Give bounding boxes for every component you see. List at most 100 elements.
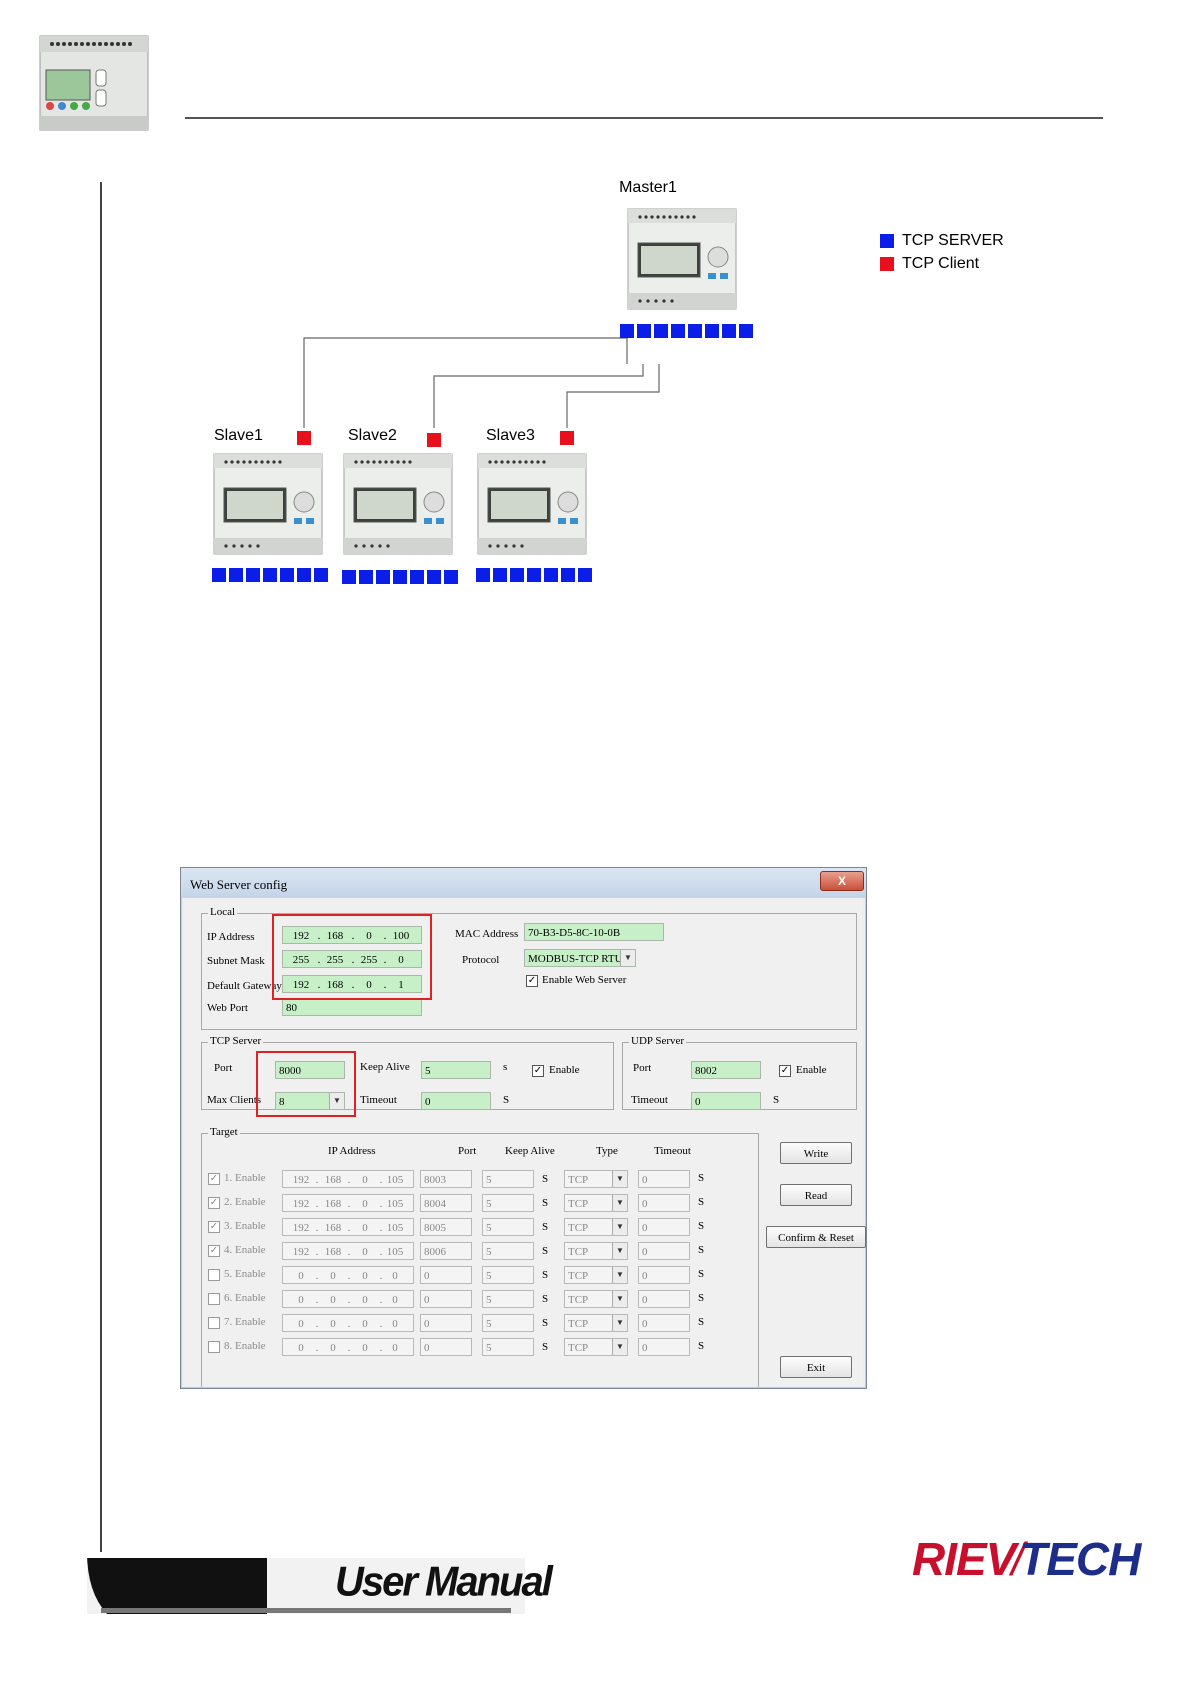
page-margin-line [100, 182, 102, 1582]
ip-octet: 192 [292, 1222, 310, 1234]
target-enable-checkbox[interactable]: ✓ [208, 1245, 220, 1257]
protocol-select[interactable]: MODBUS-TCP RTU ▼ [524, 949, 636, 967]
target-type-select[interactable]: TCP ▼ [564, 1314, 628, 1332]
ip-octet: 0 [330, 1294, 336, 1306]
ip-octet: 0 [298, 1270, 304, 1282]
target-keepalive-field[interactable]: 5 [482, 1290, 534, 1308]
mac-address-field[interactable]: 70-B3-D5-8C-10-0B [524, 923, 664, 941]
target-ip-field[interactable]: 0.0.0.0 [282, 1338, 414, 1356]
read-button[interactable]: Read [780, 1184, 852, 1206]
target-type-select[interactable]: TCP ▼ [564, 1290, 628, 1308]
tcp-enable-checkbox[interactable]: ✓ [532, 1065, 544, 1077]
chevron-down-icon: ▼ [612, 1339, 627, 1355]
target-port-field[interactable]: 8003 [420, 1170, 472, 1188]
target-enable-checkbox[interactable] [208, 1341, 220, 1353]
target-keepalive-unit: S [542, 1245, 549, 1257]
dialog-title-bar: Web Server config X [181, 868, 866, 898]
target-keepalive-field[interactable]: 5 [482, 1194, 534, 1212]
target-keepalive-field[interactable]: 5 [482, 1314, 534, 1332]
target-type-select[interactable]: TCP ▼ [564, 1194, 628, 1212]
tcp-server-group-title: TCP Server [208, 1035, 264, 1047]
web-port-field[interactable]: 80 [282, 998, 422, 1016]
target-keepalive-field[interactable]: 5 [482, 1266, 534, 1284]
target-timeout-field[interactable]: 0 [638, 1314, 690, 1332]
target-type-select[interactable]: TCP ▼ [564, 1266, 628, 1284]
ip-octet: 0 [392, 1294, 398, 1306]
target-keepalive-field[interactable]: 5 [482, 1338, 534, 1356]
slave1-server-ports [212, 568, 328, 582]
target-enable-checkbox[interactable] [208, 1269, 220, 1281]
target-type-value: TCP [568, 1294, 589, 1306]
target-timeout-field[interactable]: 0 [638, 1290, 690, 1308]
ip-octet: 0 [362, 1270, 368, 1282]
target-port-field[interactable]: 8005 [420, 1218, 472, 1236]
target-port-field[interactable]: 8004 [420, 1194, 472, 1212]
target-ip-field[interactable]: 192. 168. 0. 105 [282, 1170, 414, 1188]
target-port-field[interactable]: 0 [420, 1314, 472, 1332]
ip-octet: 0 [330, 1270, 336, 1282]
dialog-title: Web Server config [190, 877, 288, 892]
target-timeout-field[interactable]: 0 [638, 1170, 690, 1188]
target-type-select[interactable]: TCP ▼ [564, 1170, 628, 1188]
ip-dot: . [347, 1246, 351, 1258]
write-button[interactable]: Write [780, 1142, 852, 1164]
target-keepalive-field[interactable]: 5 [482, 1242, 534, 1260]
target-enable-checkbox[interactable] [208, 1293, 220, 1305]
ip-dot: . [315, 1222, 319, 1234]
target-type-value: TCP [568, 1318, 589, 1330]
target-enable-label: 5. Enable [224, 1268, 266, 1280]
close-button[interactable]: X [820, 871, 864, 891]
target-timeout-field[interactable]: 0 [638, 1194, 690, 1212]
target-type-select[interactable]: TCP ▼ [564, 1338, 628, 1356]
target-enable-checkbox[interactable]: ✓ [208, 1197, 220, 1209]
target-ip-field[interactable]: 0.0.0.0 [282, 1290, 414, 1308]
target-keepalive-unit: S [542, 1317, 549, 1329]
target-group-title: Target [208, 1126, 240, 1138]
legend-client-swatch [880, 257, 894, 271]
keepalive-label: Keep Alive [360, 1061, 410, 1073]
udp-port-field[interactable]: 8002 [691, 1061, 761, 1079]
ip-octet: 0 [298, 1294, 304, 1306]
target-type-select[interactable]: TCP ▼ [564, 1242, 628, 1260]
enable-web-server-label: Enable Web Server [542, 974, 627, 986]
ip-octet: 0 [362, 1222, 368, 1234]
target-ip-field[interactable]: 0.0.0.0 [282, 1266, 414, 1284]
ip-dot: . [347, 1342, 351, 1354]
target-keepalive-unit: S [542, 1197, 549, 1209]
target-group: Target IP Address Port Keep Alive Type T… [201, 1126, 759, 1387]
target-port-field[interactable]: 8006 [420, 1242, 472, 1260]
udp-server-group-title: UDP Server [629, 1035, 687, 1047]
ip-dot: . [347, 1174, 351, 1186]
slave2-server-ports [342, 570, 458, 584]
udp-enable-label: Enable [796, 1064, 827, 1076]
target-keepalive-field[interactable]: 5 [482, 1218, 534, 1236]
target-ip-field[interactable]: 192. 168. 0. 105 [282, 1242, 414, 1260]
legend-client-label: TCP Client [902, 255, 980, 272]
target-port-field[interactable]: 0 [420, 1338, 472, 1356]
target-timeout-field[interactable]: 0 [638, 1242, 690, 1260]
target-timeout-field[interactable]: 0 [638, 1266, 690, 1284]
keepalive-field[interactable]: 5 [421, 1061, 491, 1079]
master-label: Master1 [619, 179, 677, 196]
mac-label: MAC Address [455, 928, 519, 940]
udp-enable-checkbox[interactable]: ✓ [779, 1065, 791, 1077]
confirm-reset-button[interactable]: Confirm & Reset [766, 1226, 866, 1248]
target-enable-checkbox[interactable] [208, 1317, 220, 1329]
target-timeout-field[interactable]: 0 [638, 1218, 690, 1236]
target-enable-checkbox[interactable]: ✓ [208, 1173, 220, 1185]
target-row: ✓ 1. Enable 192. 168. 0. 105 8003 5 S TCP ▼ 0 S [202, 1169, 758, 1189]
exit-button[interactable]: Exit [780, 1356, 852, 1378]
udp-timeout-field[interactable]: 0 [691, 1092, 761, 1110]
target-ip-field[interactable]: 192. 168. 0. 105 [282, 1194, 414, 1212]
target-ip-field[interactable]: 192. 168. 0. 105 [282, 1218, 414, 1236]
target-keepalive-field[interactable]: 5 [482, 1170, 534, 1188]
target-ip-field[interactable]: 0.0.0.0 [282, 1314, 414, 1332]
target-type-select[interactable]: TCP ▼ [564, 1218, 628, 1236]
target-enable-checkbox[interactable]: ✓ [208, 1221, 220, 1233]
slave3-client-port [560, 431, 574, 445]
timeout-field[interactable]: 0 [421, 1092, 491, 1110]
enable-web-server-checkbox[interactable]: ✓ [526, 975, 538, 987]
target-timeout-field[interactable]: 0 [638, 1338, 690, 1356]
target-port-field[interactable]: 0 [420, 1290, 472, 1308]
target-port-field[interactable]: 0 [420, 1266, 472, 1284]
